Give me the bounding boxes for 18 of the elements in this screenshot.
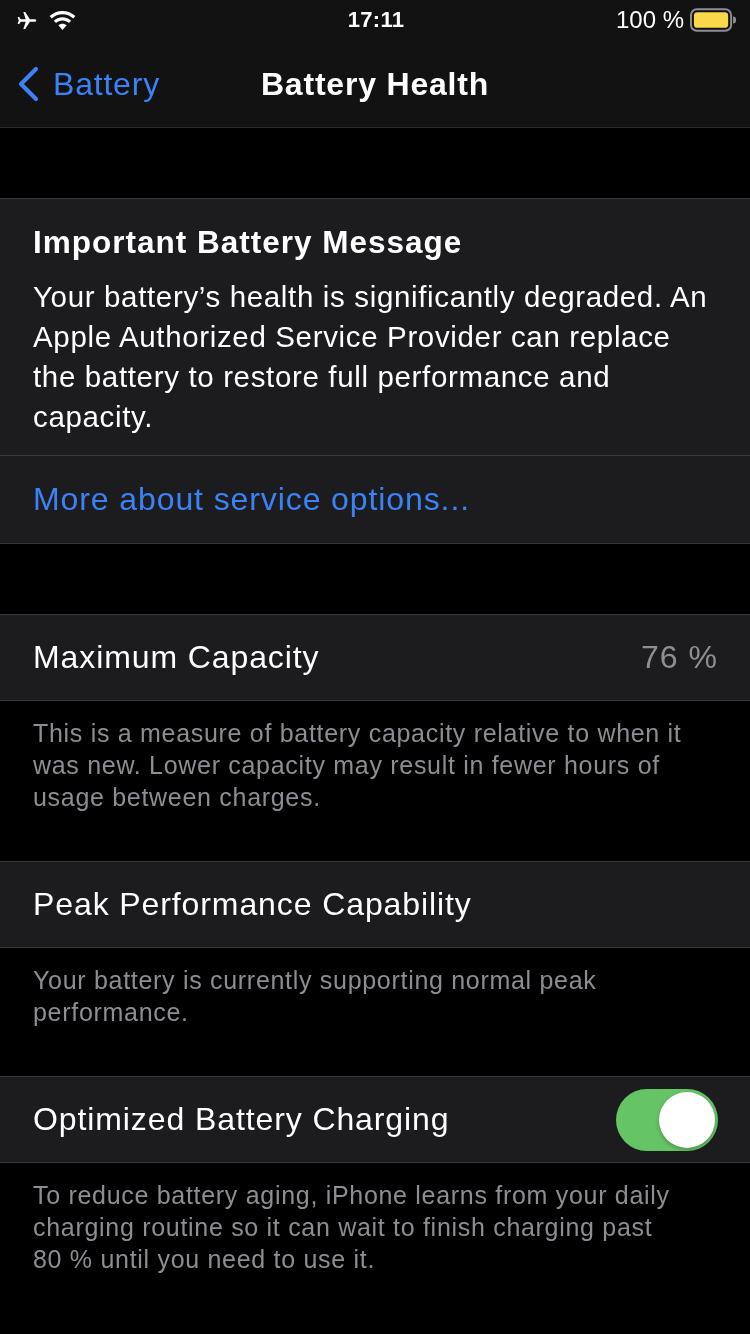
section-footer-text: To reduce battery aging, iPhone learns from your daily charging routine so it can wait to finish charging past 80 % until you need to use it.	[33, 1180, 671, 1275]
back-button[interactable]: Battery	[0, 65, 160, 103]
row-value: 76 %	[641, 639, 718, 676]
row-label: Maximum Capacity	[33, 639, 320, 676]
status-time: 17:11	[347, 7, 405, 33]
message-title: Important Battery Message	[33, 223, 464, 261]
chevron-left-icon	[17, 66, 39, 102]
service-options-link[interactable]: More about service options...	[33, 481, 470, 518]
airplane-icon	[16, 10, 38, 30]
section-footer-text: Your battery is currently supporting normal peak performance.	[33, 965, 598, 1028]
message-text: Your battery’s health is significantly degraded. An Apple Authorized Service Provider can replace the battery to restore full performance and capacity.	[33, 279, 709, 435]
section-footer-text: This is a measure of battery capacity relative to when it was new. Lower capacity may result in fewer hours of usage between charges.	[33, 718, 683, 813]
page-title: Battery Health	[260, 65, 490, 103]
battery-percentage: 100 %	[615, 6, 684, 34]
wifi-icon	[48, 9, 77, 31]
row-label: Optimized Battery Charging	[33, 1101, 450, 1138]
row-label: Peak Performance Capability	[33, 886, 472, 923]
battery-icon	[690, 8, 736, 32]
